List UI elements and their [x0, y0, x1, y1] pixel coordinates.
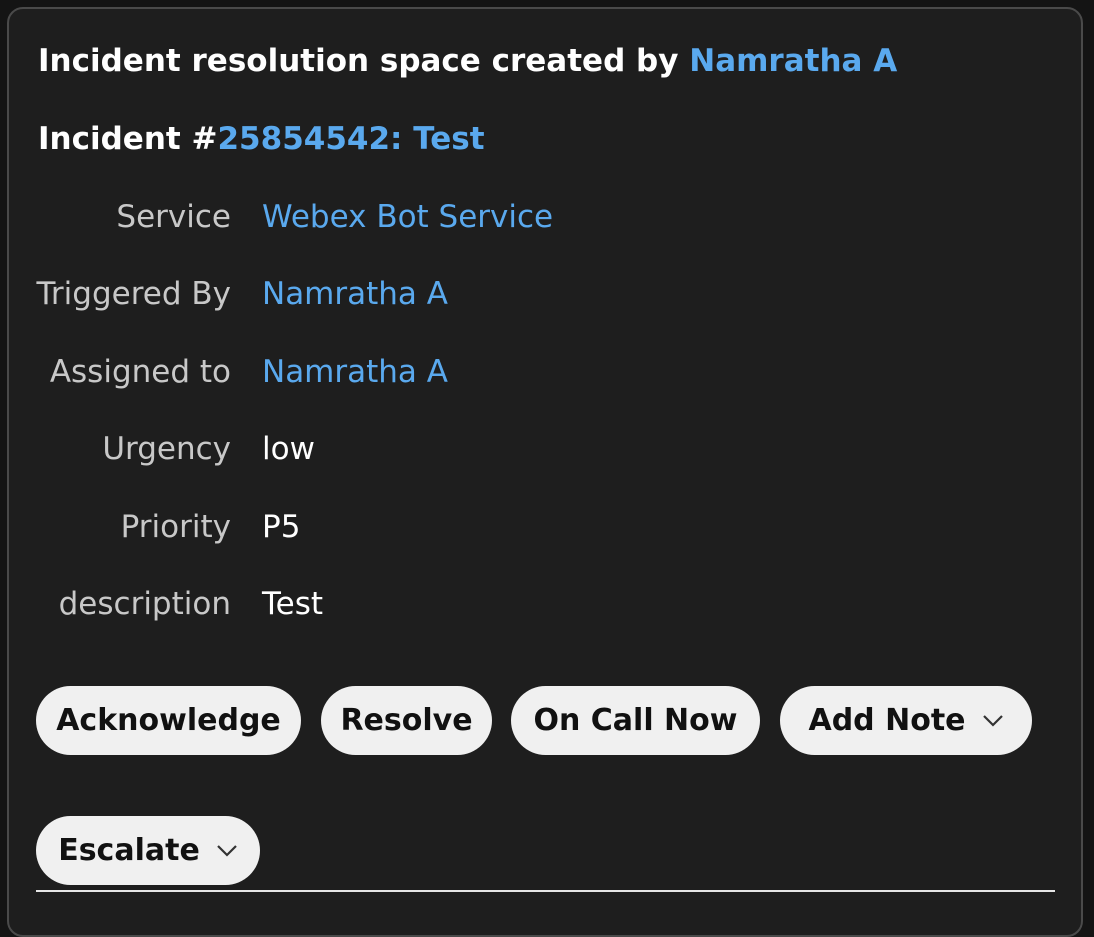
triggered-by-link[interactable]: Namratha A	[262, 279, 448, 310]
priority-label: Priority	[120, 509, 231, 545]
on-call-now-button[interactable]: On Call Now	[511, 686, 760, 755]
escalate-label: Escalate	[58, 833, 200, 868]
description-value: Test	[262, 586, 324, 622]
acknowledge-button[interactable]: Acknowledge	[36, 686, 301, 755]
triggered-by-label: Triggered By	[36, 276, 231, 312]
on-call-now-label: On Call Now	[533, 703, 738, 738]
space-created-heading: Incident resolution space created by Nam…	[38, 46, 897, 77]
escalate-button[interactable]: Escalate	[36, 816, 260, 885]
chevron-down-icon	[982, 714, 1003, 727]
urgency-label: Urgency	[102, 431, 231, 467]
incident-card: Incident resolution space created by Nam…	[7, 7, 1083, 937]
resolve-label: Resolve	[340, 703, 473, 738]
acknowledge-label: Acknowledge	[56, 703, 281, 738]
incident-link[interactable]: 25854542: Test	[217, 121, 484, 157]
service-link[interactable]: Webex Bot Service	[262, 202, 553, 233]
divider	[36, 890, 1055, 892]
urgency-value: low	[262, 431, 315, 467]
incident-title: Incident #25854542: Test	[38, 124, 485, 155]
space-created-text: Incident resolution space created by	[38, 43, 690, 79]
service-label: Service	[116, 199, 231, 235]
add-note-label: Add Note	[808, 703, 966, 738]
resolve-button[interactable]: Resolve	[321, 686, 492, 755]
description-label: description	[58, 586, 231, 622]
assigned-to-label: Assigned to	[49, 354, 231, 390]
chevron-down-icon	[217, 844, 237, 857]
creator-link[interactable]: Namratha A	[689, 43, 897, 79]
priority-value: P5	[262, 509, 301, 545]
add-note-button[interactable]: Add Note	[780, 686, 1032, 755]
incident-prefix: Incident #	[38, 121, 218, 157]
assigned-to-link[interactable]: Namratha A	[262, 357, 448, 388]
